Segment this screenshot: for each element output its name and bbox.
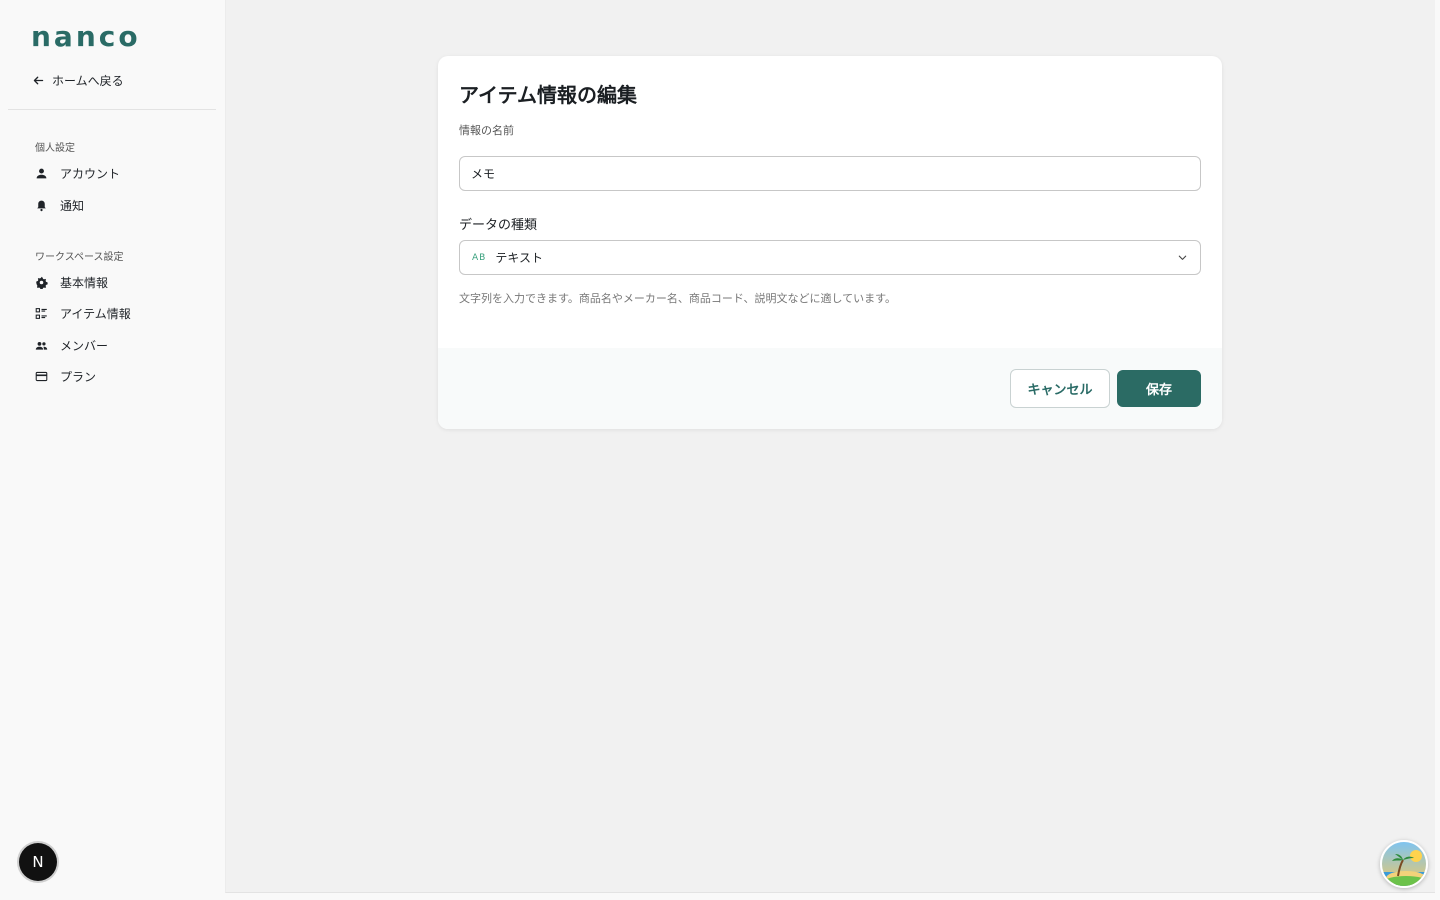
chevron-down-icon (1178, 255, 1187, 260)
sidebar-item-item-info[interactable]: アイテム情報 (35, 303, 131, 323)
sidebar-item-notifications[interactable]: 通知 (35, 195, 84, 215)
personal-settings-heading: 個人設定 (35, 143, 75, 154)
tropical-island-badge[interactable] (1380, 840, 1428, 888)
sidebar-item-label: 通知 (60, 198, 85, 213)
workspace-settings-heading: ワークスペース設定 (35, 252, 124, 263)
data-type-selected-value: テキスト (495, 251, 543, 265)
name-field-label: 情報の名前 (459, 124, 514, 137)
gear-icon (36, 276, 48, 289)
arrow-left-icon (33, 76, 44, 84)
sidebar-divider (8, 109, 216, 110)
sidebar-item-label: 基本情報 (60, 275, 109, 290)
back-to-home-link[interactable]: ホームへ戻る (32, 70, 124, 90)
edit-item-info-dialog: アイテム情報の編集 情報の名前 データの種類 AB テキスト 文字列を入力できま… (438, 56, 1222, 429)
user-avatar[interactable]: N (19, 843, 57, 881)
name-input[interactable] (459, 156, 1201, 191)
back-link-label: ホームへ戻る (52, 73, 124, 88)
sidebar-item-label: アイテム情報 (60, 306, 131, 321)
data-type-select[interactable]: AB テキスト (459, 240, 1201, 275)
sidebar-item-label: アカウント (60, 166, 121, 181)
sidebar-item-basic-info[interactable]: 基本情報 (35, 272, 108, 292)
text-type-icon: AB (472, 252, 487, 263)
sidebar-item-label: メンバー (60, 338, 109, 353)
nanco-logo[interactable]: nanco (31, 20, 141, 53)
main-content: アイテム情報の編集 情報の名前 データの種類 AB テキスト 文字列を入力できま… (225, 0, 1435, 893)
sidebar: nanco ホームへ戻る 個人設定 アカウント 通知 ワークスペース設定 基本情… (0, 0, 224, 900)
bell-icon (37, 200, 46, 211)
data-type-help-text: 文字列を入力できます。商品名やメーカー名、商品コード、説明文などに適しています。 (459, 292, 897, 305)
dialog-footer: キャンセル 保存 (438, 348, 1222, 429)
save-button[interactable]: 保存 (1117, 370, 1201, 407)
dialog-title: アイテム情報の編集 (459, 83, 637, 107)
data-type-label: データの種類 (459, 218, 538, 233)
list-icon (35, 307, 47, 319)
sidebar-item-members[interactable]: メンバー (35, 335, 108, 355)
credit-card-icon (35, 371, 48, 381)
person-icon (36, 168, 47, 178)
sidebar-item-label: プラン (60, 369, 97, 384)
sidebar-item-account[interactable]: アカウント (35, 163, 120, 183)
group-icon (35, 341, 48, 350)
sidebar-item-plan[interactable]: プラン (35, 366, 96, 386)
cancel-button[interactable]: キャンセル (1010, 369, 1110, 408)
